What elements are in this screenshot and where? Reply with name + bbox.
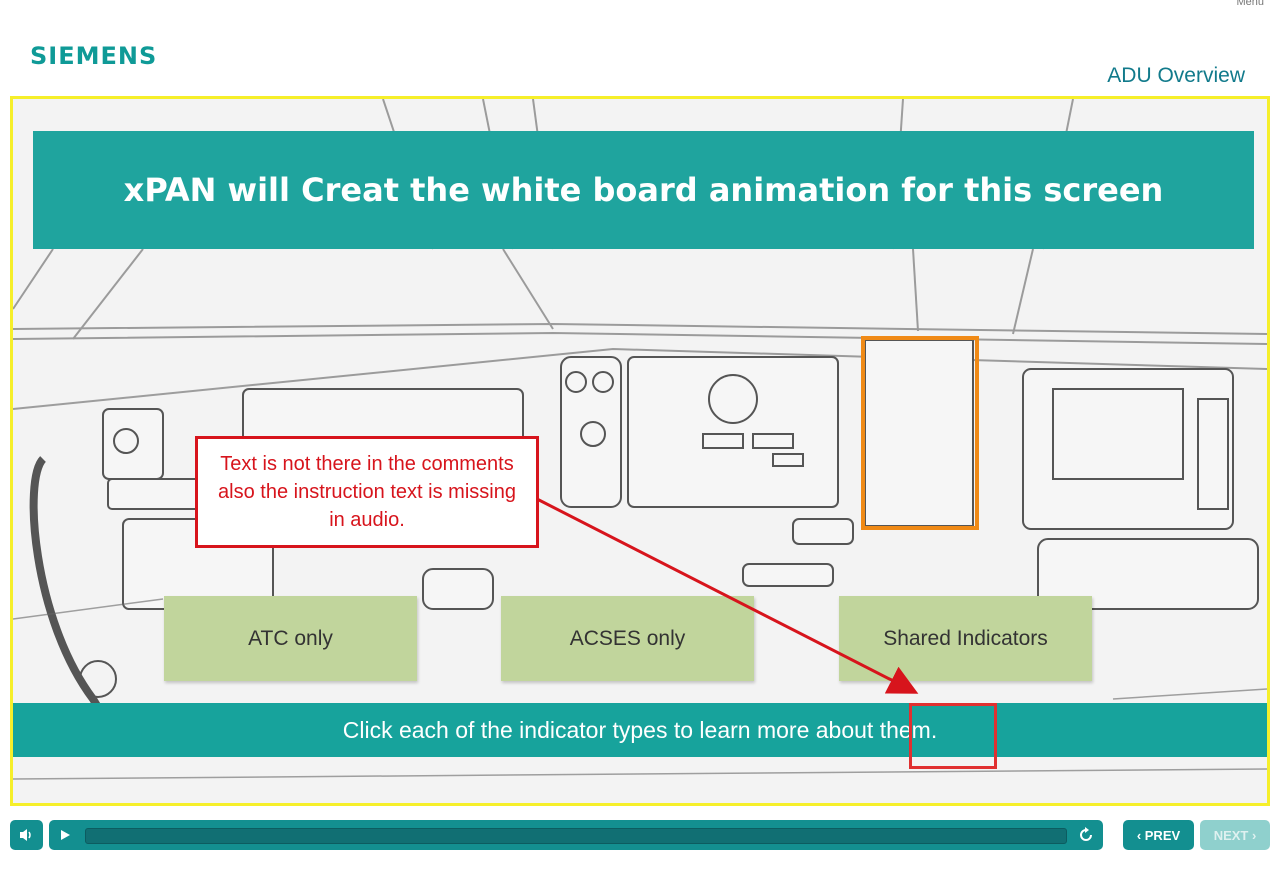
- instruction-bar: Click each of the indicator types to lea…: [13, 703, 1267, 757]
- page-title: ADU Overview: [1107, 64, 1245, 87]
- progress-track[interactable]: [85, 828, 1067, 844]
- review-comment-callout: Text is not there in the comments also t…: [195, 436, 539, 548]
- speaker-icon: [19, 829, 31, 841]
- shared-indicators-button[interactable]: Shared Indicators: [839, 596, 1092, 681]
- replay-button[interactable]: [1077, 826, 1095, 844]
- chevron-left-icon: ‹: [1136, 827, 1145, 843]
- prev-button[interactable]: ‹ PREV: [1123, 820, 1194, 850]
- siemens-logo: SIEMENS: [30, 42, 158, 70]
- slide-heading-banner: xPAN will Creat the white board animatio…: [33, 131, 1254, 249]
- chevron-right-icon: ›: [1248, 827, 1257, 843]
- play-button[interactable]: [57, 827, 73, 843]
- player-controls: ‹ PREV NEXT ›: [0, 818, 1280, 852]
- slide-heading: xPAN will Creat the white board animatio…: [123, 171, 1164, 209]
- atc-only-button[interactable]: ATC only: [164, 596, 417, 681]
- annotation-box: [909, 703, 997, 769]
- replay-icon: [1080, 827, 1092, 841]
- next-label: NEXT: [1213, 827, 1249, 843]
- acses-only-button[interactable]: ACSES only: [501, 596, 754, 681]
- play-icon: [61, 830, 70, 840]
- next-button[interactable]: NEXT ›: [1200, 820, 1270, 850]
- slide-stage: xPAN will Creat the white board animatio…: [10, 96, 1270, 806]
- indicator-highlight: [861, 336, 979, 530]
- review-comment-text: Text is not there in the comments also t…: [218, 453, 516, 531]
- prev-label: PREV: [1144, 827, 1181, 843]
- menu-link[interactable]: Menu: [1236, 0, 1264, 8]
- instruction-text: Click each of the indicator types to lea…: [342, 716, 938, 743]
- volume-button[interactable]: [10, 820, 43, 850]
- playback-bar: [49, 820, 1103, 850]
